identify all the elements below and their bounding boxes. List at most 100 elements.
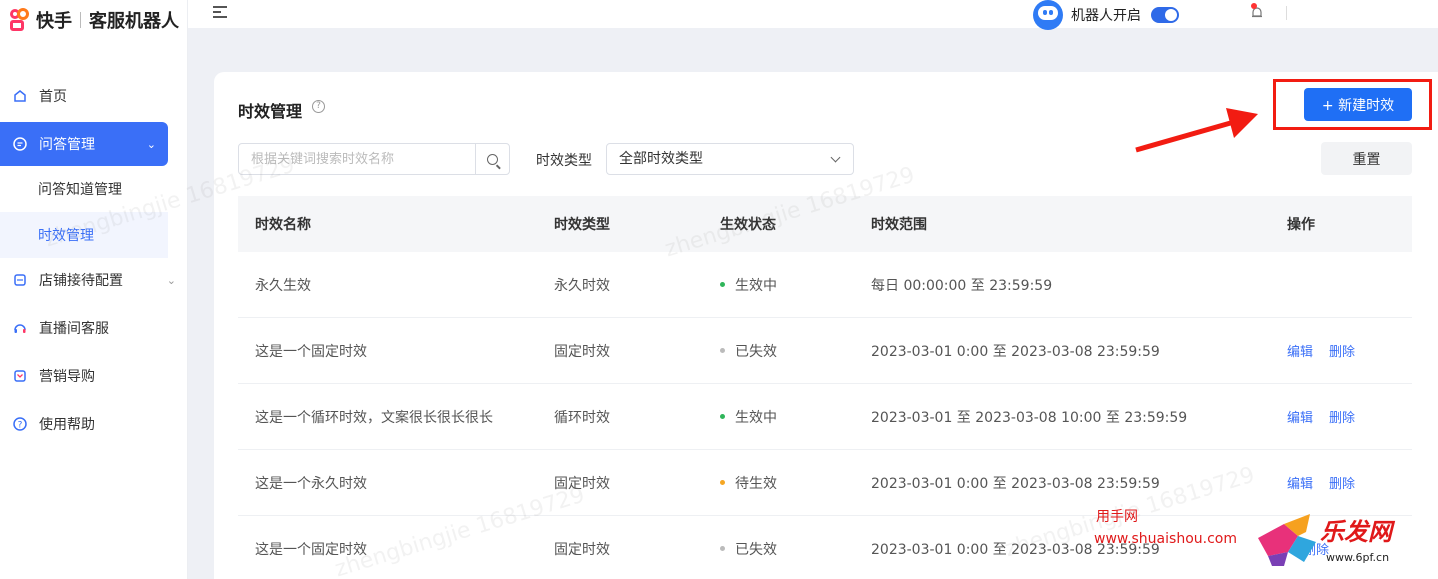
header-ops: 操作 [1287, 217, 1315, 233]
site-name: 用手网 [1096, 509, 1138, 525]
brand-subtitle: 客服机器人 [89, 11, 179, 32]
sidebar: 快手 客服机器人 首页 问答管理 ⌄ 问答知道管理 时效管理 店铺接待配置 ⌄ [0, 0, 188, 579]
row-range: 2023-03-01 0:00 至 2023-03-08 23:59:59 [871, 475, 1160, 492]
site-watermark-6pf: 乐发网 www.6pf.cn [1260, 512, 1392, 564]
row-name: 这是一个固定时效 [255, 541, 367, 558]
sidebar-item-label: 店铺接待配置 [39, 273, 123, 289]
site-url: www.6pf.cn [1326, 551, 1390, 564]
row-name: 这是一个固定时效 [255, 343, 367, 360]
home-icon [12, 88, 28, 104]
select-value: 全部时效类型 [619, 151, 703, 167]
type-filter-select[interactable]: 全部时效类型 [606, 143, 854, 175]
chevron-down-icon: ⌄ [166, 273, 176, 287]
sidebar-item-qa-management[interactable]: 问答管理 ⌄ [0, 122, 168, 166]
table-row: 这是一个循环时效，文案很长很长很长 循环时效 生效中 2023-03-01 至 … [238, 384, 1412, 450]
page-title: 时效管理 [238, 102, 303, 121]
marketing-icon [12, 368, 28, 384]
status-dot [720, 348, 725, 353]
sidebar-item-home[interactable]: 首页 [0, 74, 188, 118]
search-icon [487, 153, 498, 165]
sidebar-subitem-timeliness[interactable]: 时效管理 [0, 212, 168, 258]
reset-button[interactable]: 重置 [1321, 142, 1412, 175]
row-status: 已失效 [720, 539, 871, 559]
status-dot [720, 546, 725, 551]
chevron-down-icon [830, 152, 841, 163]
status-dot [720, 414, 725, 419]
row-status: 生效中 [720, 407, 871, 427]
robot-toggle[interactable] [1151, 7, 1179, 23]
annotation-arrow-icon [1135, 108, 1258, 153]
edit-link[interactable]: 编辑 [1287, 473, 1313, 492]
row-status: 已失效 [720, 341, 871, 361]
bell-icon[interactable] [1250, 3, 1264, 20]
sidebar-item-label: 首页 [39, 89, 67, 105]
svg-text:?: ? [18, 421, 23, 431]
header-status: 生效状态 [720, 217, 776, 233]
brand-name: 快手 [36, 11, 72, 32]
sidebar-item-help[interactable]: ? 使用帮助 [0, 402, 188, 446]
sidebar-subitem-qa-knowledge[interactable]: 问答知道管理 [0, 166, 188, 212]
brand-divider [80, 12, 81, 28]
robot-avatar-icon [1033, 0, 1063, 30]
topbar-divider [1286, 6, 1287, 20]
search-box [238, 143, 510, 175]
edit-link[interactable]: 编辑 [1287, 341, 1313, 360]
sidebar-item-marketing[interactable]: 营销导购 [0, 354, 188, 398]
row-type: 固定时效 [554, 475, 610, 492]
brand: 快手 客服机器人 [8, 6, 179, 34]
headset-icon [12, 320, 28, 336]
row-type: 固定时效 [554, 541, 610, 558]
delete-link[interactable]: 删除 [1329, 407, 1355, 426]
help-icon: ? [12, 416, 28, 432]
row-name: 永久生效 [255, 277, 311, 294]
row-name: 这是一个永久时效 [255, 475, 367, 492]
delete-link[interactable]: 删除 [1329, 341, 1355, 360]
notification-dot [1251, 3, 1257, 9]
site-watermark-shuaishou: 用手网 www.shuaishou.com [1094, 506, 1237, 550]
sidebar-item-label: 使用帮助 [39, 417, 95, 433]
chevron-up-icon: ⌄ [146, 137, 156, 151]
search-input[interactable] [239, 144, 477, 174]
sidebar-item-store-config[interactable]: 店铺接待配置 ⌄ [0, 258, 188, 302]
row-range: 2023-03-01 至 2023-03-08 10:00 至 23:59:59 [871, 409, 1188, 426]
site-url: www.shuaishou.com [1094, 531, 1237, 547]
store-icon [12, 272, 28, 288]
question-icon[interactable]: ? [312, 100, 325, 113]
robot-label: 机器人开启 [1071, 8, 1141, 24]
filter-label: 时效类型 [536, 153, 592, 169]
status-text: 生效中 [735, 277, 777, 294]
menu-collapse-icon[interactable] [213, 6, 227, 18]
row-range: 每日 00:00:00 至 23:59:59 [871, 277, 1053, 294]
status-dot [720, 282, 725, 287]
sidebar-item-label: 问答管理 [39, 137, 95, 153]
row-status: 待生效 [720, 473, 871, 493]
header-range: 时效范围 [871, 217, 927, 233]
search-button[interactable] [475, 144, 509, 174]
sidebar-item-label: 营销导购 [39, 369, 95, 385]
row-type: 固定时效 [554, 343, 610, 360]
row-status: 生效中 [720, 275, 871, 295]
topbar: 机器人开启 [188, 0, 1438, 30]
status-text: 已失效 [735, 541, 777, 558]
status-text: 待生效 [735, 475, 777, 492]
chat-icon [12, 136, 28, 152]
edit-link[interactable]: 编辑 [1287, 407, 1313, 426]
status-dot [720, 480, 725, 485]
new-timeliness-button[interactable]: + 新建时效 [1304, 88, 1412, 121]
robot-status: 机器人开启 [1033, 0, 1179, 30]
delete-link[interactable]: 删除 [1329, 473, 1355, 492]
row-type: 循环时效 [554, 409, 610, 426]
row-name: 这是一个循环时效，文案很长很长很长 [255, 409, 493, 426]
site-name: 乐发网 [1320, 518, 1392, 546]
row-ops: 编辑 删除 [1287, 407, 1412, 426]
header-type: 时效类型 [554, 217, 610, 233]
kuaishou-logo-icon [8, 8, 32, 32]
row-ops: 编辑 删除 [1287, 341, 1412, 360]
header-name: 时效名称 [255, 217, 311, 233]
sidebar-item-label: 直播间客服 [39, 321, 109, 337]
sidebar-nav: 首页 问答管理 ⌄ 问答知道管理 时效管理 店铺接待配置 ⌄ 直播间客服 营销导… [0, 74, 188, 446]
row-range: 2023-03-01 0:00 至 2023-03-08 23:59:59 [871, 343, 1160, 360]
sidebar-item-live-service[interactable]: 直播间客服 [0, 306, 188, 350]
table-row: 这是一个固定时效 固定时效 已失效 2023-03-01 0:00 至 2023… [238, 318, 1412, 384]
status-text: 已失效 [735, 343, 777, 360]
